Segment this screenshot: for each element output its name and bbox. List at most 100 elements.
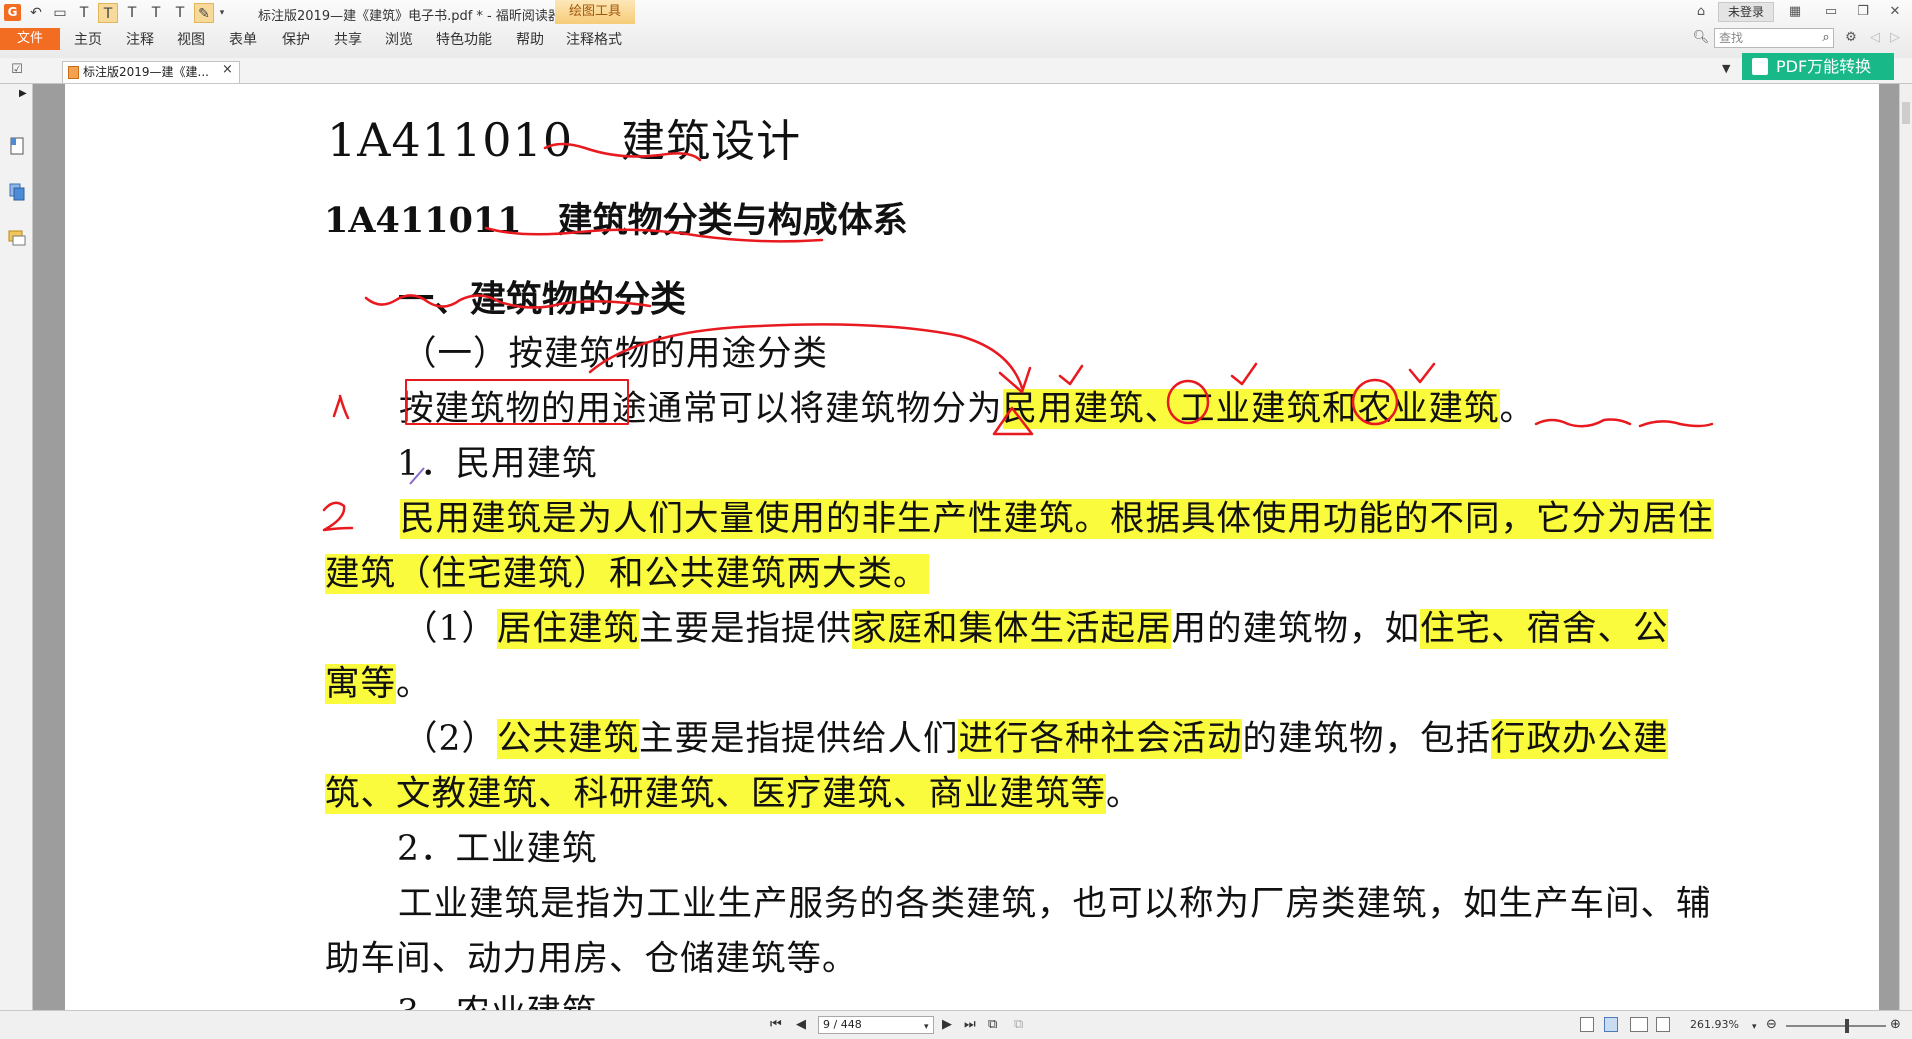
- page-dropdown-icon[interactable]: ▾: [924, 1019, 929, 1035]
- vertical-scrollbar[interactable]: [1899, 84, 1912, 1010]
- menu-comment[interactable]: 注释: [126, 29, 154, 49]
- title-bar: G ↶ ▭ T T T T T ✎ ▾ 标注版2019—建《建筑》电子书.pdf…: [0, 0, 1912, 59]
- menu-browse[interactable]: 浏览: [385, 29, 413, 49]
- item-civil-buildings: 1．民用建筑: [397, 444, 598, 484]
- pdf-convert-button[interactable]: PDF万能转换: [1742, 53, 1894, 80]
- restore-icon[interactable]: ❐: [1850, 2, 1876, 22]
- heading-level2: 1A411011 建筑物分类与构成体系: [324, 192, 908, 243]
- undo-icon[interactable]: ↶: [26, 3, 46, 23]
- pdf-convert-label: PDF万能转换: [1776, 57, 1872, 76]
- heading-level2-title: 建筑物分类与构成体系: [557, 201, 908, 241]
- zoom-level[interactable]: 261.93%: [1690, 1018, 1739, 1031]
- zoom-in-icon[interactable]: ⊕: [1890, 1017, 1901, 1033]
- scrollbar-thumb[interactable]: [1902, 102, 1910, 124]
- rectangle-tool-icon[interactable]: ▭: [50, 3, 70, 23]
- settings-gear-icon[interactable]: ⚙: [1838, 28, 1864, 48]
- tab-document-label: 标注版2019—建《建...: [83, 65, 209, 79]
- typewriter-icon[interactable]: T: [74, 3, 94, 23]
- zoom-slider-handle[interactable]: [1845, 1019, 1849, 1033]
- menu-view[interactable]: 视图: [177, 29, 205, 49]
- highlighted-text: 住宅、宿舍、公: [1419, 609, 1669, 649]
- text-segment: 主要是指提供给人们: [638, 719, 959, 759]
- pdf-file-icon: [68, 66, 79, 79]
- highlighted-text: 筑、文教建筑、科研建筑、医疗建筑、商业建筑等: [325, 774, 1106, 814]
- underline-text-icon[interactable]: T: [122, 3, 142, 23]
- continuous-facing-view-icon[interactable]: [1656, 1017, 1670, 1032]
- heading-level3: 一、建筑物的分类: [398, 278, 687, 320]
- paragraph-civil-line1: 民用建筑是为人们大量使用的非生产性建筑。根据具体使用功能的不同，它分为居住: [400, 490, 1714, 540]
- tab-document[interactable]: 标注版2019—建《建...: [62, 61, 240, 83]
- squiggly-text-icon[interactable]: T: [146, 3, 166, 23]
- close-window-icon[interactable]: ✕: [1882, 2, 1908, 22]
- text-segment: 通常可以将建筑物分为: [647, 389, 1003, 429]
- text-segment: 的建筑物，包括: [1242, 719, 1491, 759]
- file-menu-button[interactable]: 文件: [0, 28, 60, 50]
- paragraph-public-line1: （2）公共建筑主要是指提供给人们进行各种社会活动的建筑物，包括行政办公建: [403, 710, 1669, 760]
- paragraph-residential-line2: 寓等。: [325, 655, 432, 705]
- highlighted-text: 寓等: [325, 664, 396, 704]
- status-bar: ⏮ ◀ 9 / 448 ▾ ▶ ⏭ ⧉ ⧉ 261.93% ▾ ⊖ ⊕: [0, 1010, 1912, 1039]
- first-page-icon[interactable]: ⏮: [770, 1017, 782, 1033]
- bookmark-panel-icon[interactable]: [7, 136, 27, 156]
- text-segment: （1）: [403, 609, 497, 649]
- next-view-icon[interactable]: ⧉: [1014, 1017, 1023, 1033]
- back-arrow-icon[interactable]: ◁: [1866, 28, 1884, 48]
- strikeout-text-icon[interactable]: T: [170, 3, 190, 23]
- document-viewport[interactable]: 1A411010 建筑设计 1A411011 建筑物分类与构成体系 一、建筑物的分类…: [33, 84, 1899, 1010]
- text-segment: 。: [396, 664, 432, 704]
- text-segment: 主要是指提供: [638, 609, 852, 649]
- heading-level1: 1A411010 建筑设计: [327, 105, 801, 169]
- highlighted-text: 行政办公建: [1490, 719, 1669, 759]
- page-number-input[interactable]: 9 / 448: [818, 1016, 934, 1034]
- tab-list-dropdown-icon[interactable]: ▼: [1722, 62, 1730, 75]
- document-tab-strip: ☑ 标注版2019—建《建...: [0, 58, 1912, 84]
- page-thumbnails-icon[interactable]: [7, 182, 27, 202]
- pdf-page: 1A411010 建筑设计 1A411011 建筑物分类与构成体系 一、建筑物的分类…: [65, 84, 1879, 1010]
- context-tab-drawing-tools[interactable]: 绘图工具: [555, 0, 635, 24]
- start-page-icon[interactable]: ☑: [4, 60, 30, 80]
- pencil-tool-icon[interactable]: ✎: [194, 3, 214, 23]
- zoom-out-icon[interactable]: ⊖: [1766, 1017, 1777, 1033]
- single-page-view-icon[interactable]: [1580, 1017, 1594, 1032]
- login-button[interactable]: 未登录: [1718, 2, 1774, 22]
- paragraph-residential-line1: （1）居住建筑主要是指提供家庭和集体生活起居用的建筑物，如住宅、宿舍、公: [403, 600, 1669, 650]
- menu-comment-format[interactable]: 注释格式: [566, 29, 622, 49]
- zoom-dropdown-icon[interactable]: ▾: [1752, 1019, 1757, 1035]
- menu-help[interactable]: 帮助: [516, 29, 544, 49]
- convert-icon: [1752, 58, 1768, 75]
- paragraph-industrial-line1: 工业建筑是指为工业生产服务的各类建筑，也可以称为厂房类建筑，如生产车间、辅: [398, 884, 1712, 924]
- menu-form[interactable]: 表单: [229, 29, 257, 49]
- highlighted-text: 民用建筑是为人们大量使用的非生产性建筑。根据具体使用功能的不同，它分为居住: [400, 499, 1714, 539]
- navigation-panel: ▶: [0, 84, 33, 1010]
- text-segment: 。: [1106, 774, 1142, 814]
- app-logo-icon[interactable]: G: [4, 4, 21, 21]
- find-folder-icon[interactable]: 🔍︎: [1690, 28, 1712, 48]
- paragraph-classification: 按建筑物的用途通常可以将建筑物分为民用建筑、工业建筑和农业建筑。: [399, 380, 1535, 430]
- subheading-by-use: （一）按建筑物的用途分类: [402, 334, 828, 374]
- last-page-icon[interactable]: ⏭: [964, 1017, 976, 1033]
- comments-panel-icon[interactable]: [7, 228, 27, 248]
- highlight-text-icon[interactable]: T: [98, 3, 118, 23]
- previous-page-icon[interactable]: ◀: [796, 1017, 806, 1033]
- minimize-icon[interactable]: ▭: [1818, 2, 1844, 22]
- layout-grid-icon[interactable]: ▦: [1782, 2, 1808, 22]
- zoom-slider[interactable]: [1786, 1025, 1886, 1027]
- previous-view-icon[interactable]: ⧉: [988, 1017, 997, 1033]
- facing-view-icon[interactable]: [1630, 1017, 1648, 1032]
- menu-home[interactable]: 主页: [74, 29, 102, 49]
- menu-protect[interactable]: 保护: [282, 29, 310, 49]
- search-icon[interactable]: ⌕: [1818, 29, 1834, 47]
- highlighted-text: 居住建筑: [496, 609, 639, 649]
- search-input[interactable]: 查找: [1714, 28, 1834, 48]
- quick-access-dropdown-icon[interactable]: ▾: [216, 3, 228, 23]
- next-page-icon[interactable]: ▶: [942, 1017, 952, 1033]
- tab-close-icon[interactable]: ×: [222, 62, 233, 77]
- highlighted-text: 建筑（住宅建筑）和公共建筑两大类。: [325, 554, 929, 594]
- menu-features[interactable]: 特色功能: [436, 29, 492, 49]
- menu-share[interactable]: 共享: [334, 29, 362, 49]
- skin-icon[interactable]: ⌂: [1688, 2, 1714, 22]
- continuous-view-icon[interactable]: [1604, 1017, 1618, 1032]
- paragraph-civil-line2: 建筑（住宅建筑）和公共建筑两大类。: [325, 545, 929, 595]
- forward-arrow-icon[interactable]: ▷: [1886, 28, 1904, 48]
- window-title: 标注版2019—建《建筑》电子书.pdf * - 福昕阅读器: [258, 9, 561, 24]
